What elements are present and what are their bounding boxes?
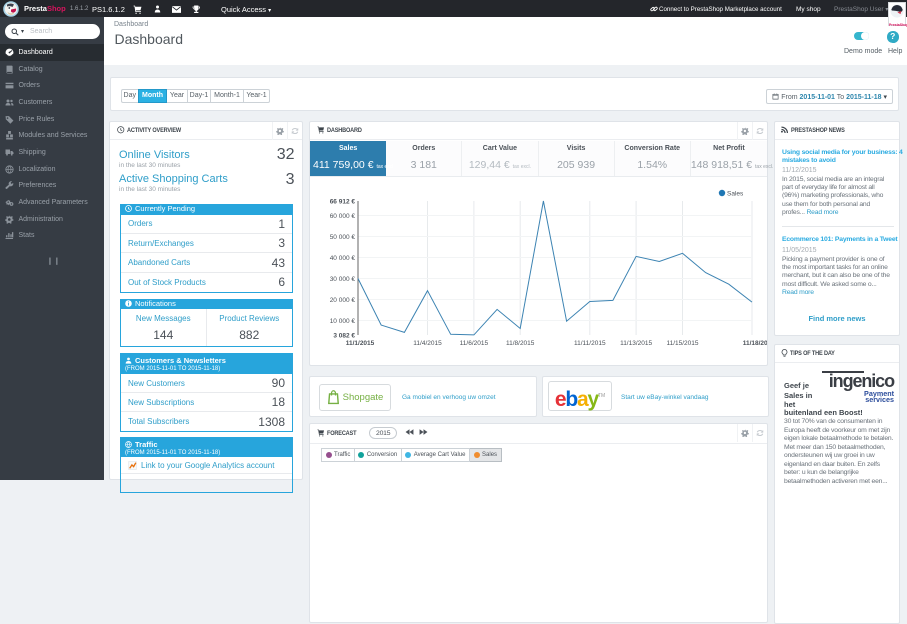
svg-text:Sales: Sales: [727, 191, 744, 198]
svg-text:11/18/201: 11/18/201: [743, 340, 767, 347]
svg-text:11/1/2015: 11/1/2015: [346, 340, 375, 347]
svg-text:20 000 €: 20 000 €: [330, 297, 356, 304]
svg-text:60 000 €: 60 000 €: [330, 213, 356, 220]
svg-text:66 912 €: 66 912 €: [330, 199, 356, 206]
svg-text:11/11/2015: 11/11/2015: [574, 340, 606, 347]
svg-text:40 000 €: 40 000 €: [330, 255, 356, 262]
svg-text:50 000 €: 50 000 €: [330, 234, 356, 241]
svg-text:30 000 €: 30 000 €: [330, 276, 356, 283]
svg-text:3 082 €: 3 082 €: [333, 333, 355, 340]
svg-text:11/4/2015: 11/4/2015: [413, 340, 442, 347]
svg-text:11/15/2015: 11/15/2015: [666, 340, 698, 347]
svg-text:11/13/2015: 11/13/2015: [620, 340, 652, 347]
svg-text:10 000 €: 10 000 €: [330, 318, 356, 325]
svg-text:11/8/2015: 11/8/2015: [506, 340, 535, 347]
svg-text:11/6/2015: 11/6/2015: [460, 340, 489, 347]
